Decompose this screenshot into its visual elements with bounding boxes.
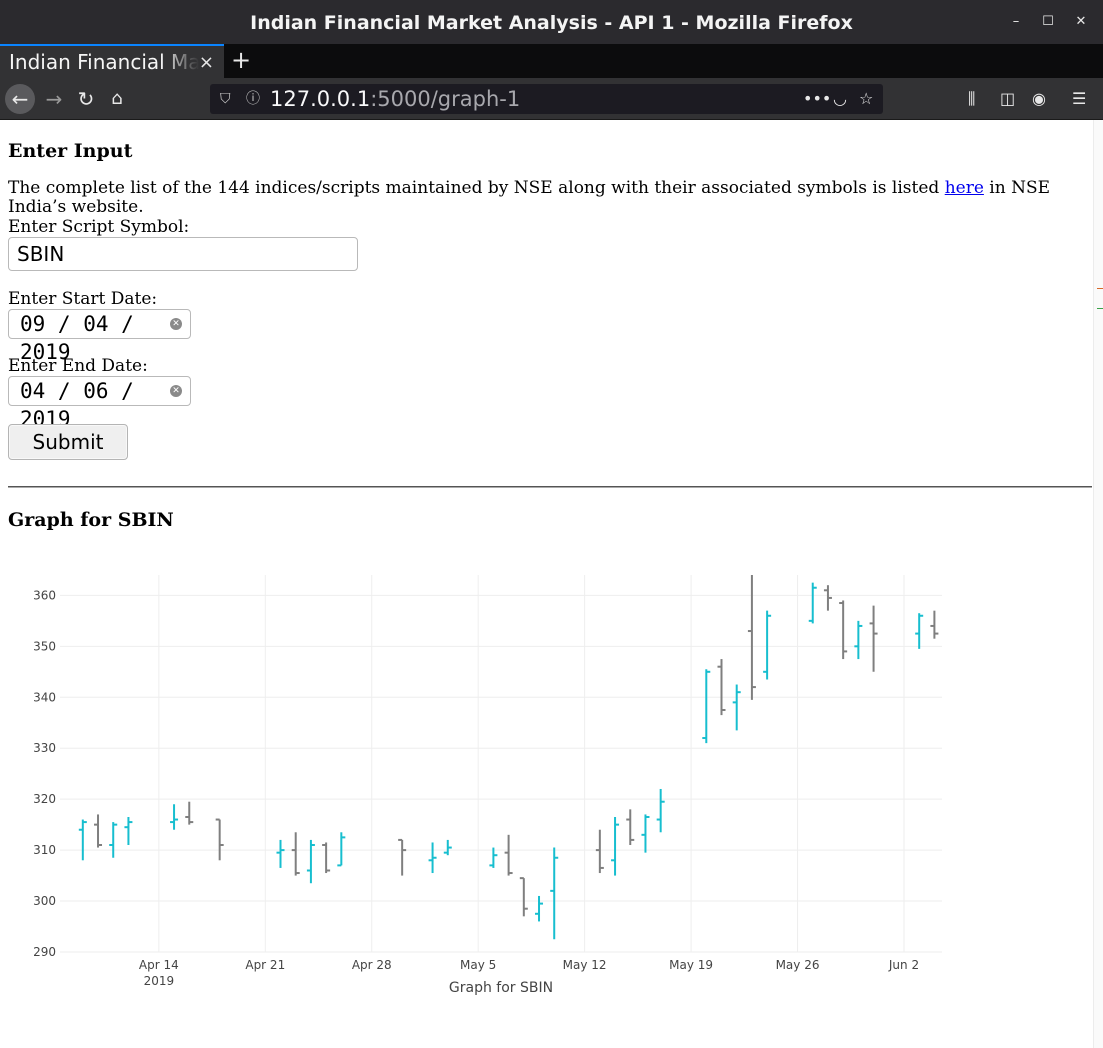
home-icon[interactable]: ⌂ bbox=[105, 84, 129, 114]
url-bar[interactable]: ⛉ ⓘ 127.0.0.1:5000/graph-1 ••• ◡ ☆ bbox=[210, 84, 883, 114]
tab-close-icon[interactable]: × bbox=[199, 52, 214, 73]
maximize-icon[interactable]: ☐ bbox=[1038, 12, 1058, 32]
scroll-marker bbox=[1097, 308, 1103, 309]
library-icon[interactable]: ⫼ bbox=[968, 84, 975, 114]
clear-end-date-icon[interactable]: ✕ bbox=[170, 385, 182, 397]
scroll-marker bbox=[1097, 288, 1103, 289]
scrollbar[interactable] bbox=[1093, 120, 1103, 1048]
tab-strip: Indian Financial Market Analysis - API 1… bbox=[0, 44, 1103, 78]
tracking-shield-icon[interactable]: ⛉ bbox=[220, 84, 231, 114]
page-actions-icon[interactable]: ••• bbox=[803, 84, 831, 114]
input-heading: Enter Input bbox=[8, 140, 133, 162]
reload-icon[interactable]: ↻ bbox=[74, 84, 98, 114]
window-title: Indian Financial Market Analysis - API 1… bbox=[250, 12, 853, 34]
page-content: Enter Input The complete list of the 144… bbox=[0, 120, 1093, 1048]
intro-paragraph: The complete list of the 144 indices/scr… bbox=[8, 179, 1068, 217]
end-date-label: Enter End Date: bbox=[8, 356, 148, 376]
close-window-icon[interactable]: ✕ bbox=[1071, 12, 1091, 32]
tab-active[interactable]: Indian Financial Market Analysis - API 1… bbox=[0, 44, 224, 78]
account-icon[interactable]: ◉ bbox=[1032, 84, 1046, 114]
graph-heading: Graph for SBIN bbox=[8, 509, 174, 531]
url-path: :5000/graph-1 bbox=[370, 87, 521, 111]
submit-button[interactable]: Submit bbox=[8, 424, 128, 460]
forward-arrow-icon[interactable]: → bbox=[42, 84, 66, 114]
bookmark-star-icon[interactable]: ☆ bbox=[859, 84, 873, 114]
url-host: 127.0.0.1 bbox=[270, 87, 371, 111]
window-titlebar: Indian Financial Market Analysis - API 1… bbox=[0, 0, 1103, 44]
start-date-input[interactable]: 09 / 04 / 2019 ✕ bbox=[8, 309, 191, 364]
clear-start-date-icon[interactable]: ✕ bbox=[170, 318, 182, 330]
site-info-icon[interactable]: ⓘ bbox=[246, 84, 260, 114]
nse-link[interactable]: here bbox=[945, 178, 984, 198]
end-date-input[interactable]: 04 / 06 / 2019 ✕ bbox=[8, 376, 191, 431]
minimize-icon[interactable]: – bbox=[1006, 12, 1026, 32]
new-tab-icon[interactable]: + bbox=[231, 47, 251, 73]
symbol-input[interactable]: SBIN bbox=[8, 237, 358, 271]
intro-text: The complete list of the 144 indices/scr… bbox=[8, 178, 945, 198]
menu-icon[interactable]: ☰ bbox=[1072, 84, 1086, 114]
pocket-icon[interactable]: ◡ bbox=[833, 84, 847, 114]
back-arrow-icon[interactable]: ← bbox=[5, 84, 35, 114]
start-date-label: Enter Start Date: bbox=[8, 289, 158, 309]
url-text[interactable]: 127.0.0.1:5000/graph-1 bbox=[270, 84, 520, 114]
divider bbox=[8, 486, 1092, 488]
tab-label: Indian Financial Market Analysis - API 1 bbox=[9, 50, 199, 74]
sidebar-icon[interactable]: ◫ bbox=[1000, 84, 1015, 114]
symbol-label: Enter Script Symbol: bbox=[8, 217, 190, 237]
